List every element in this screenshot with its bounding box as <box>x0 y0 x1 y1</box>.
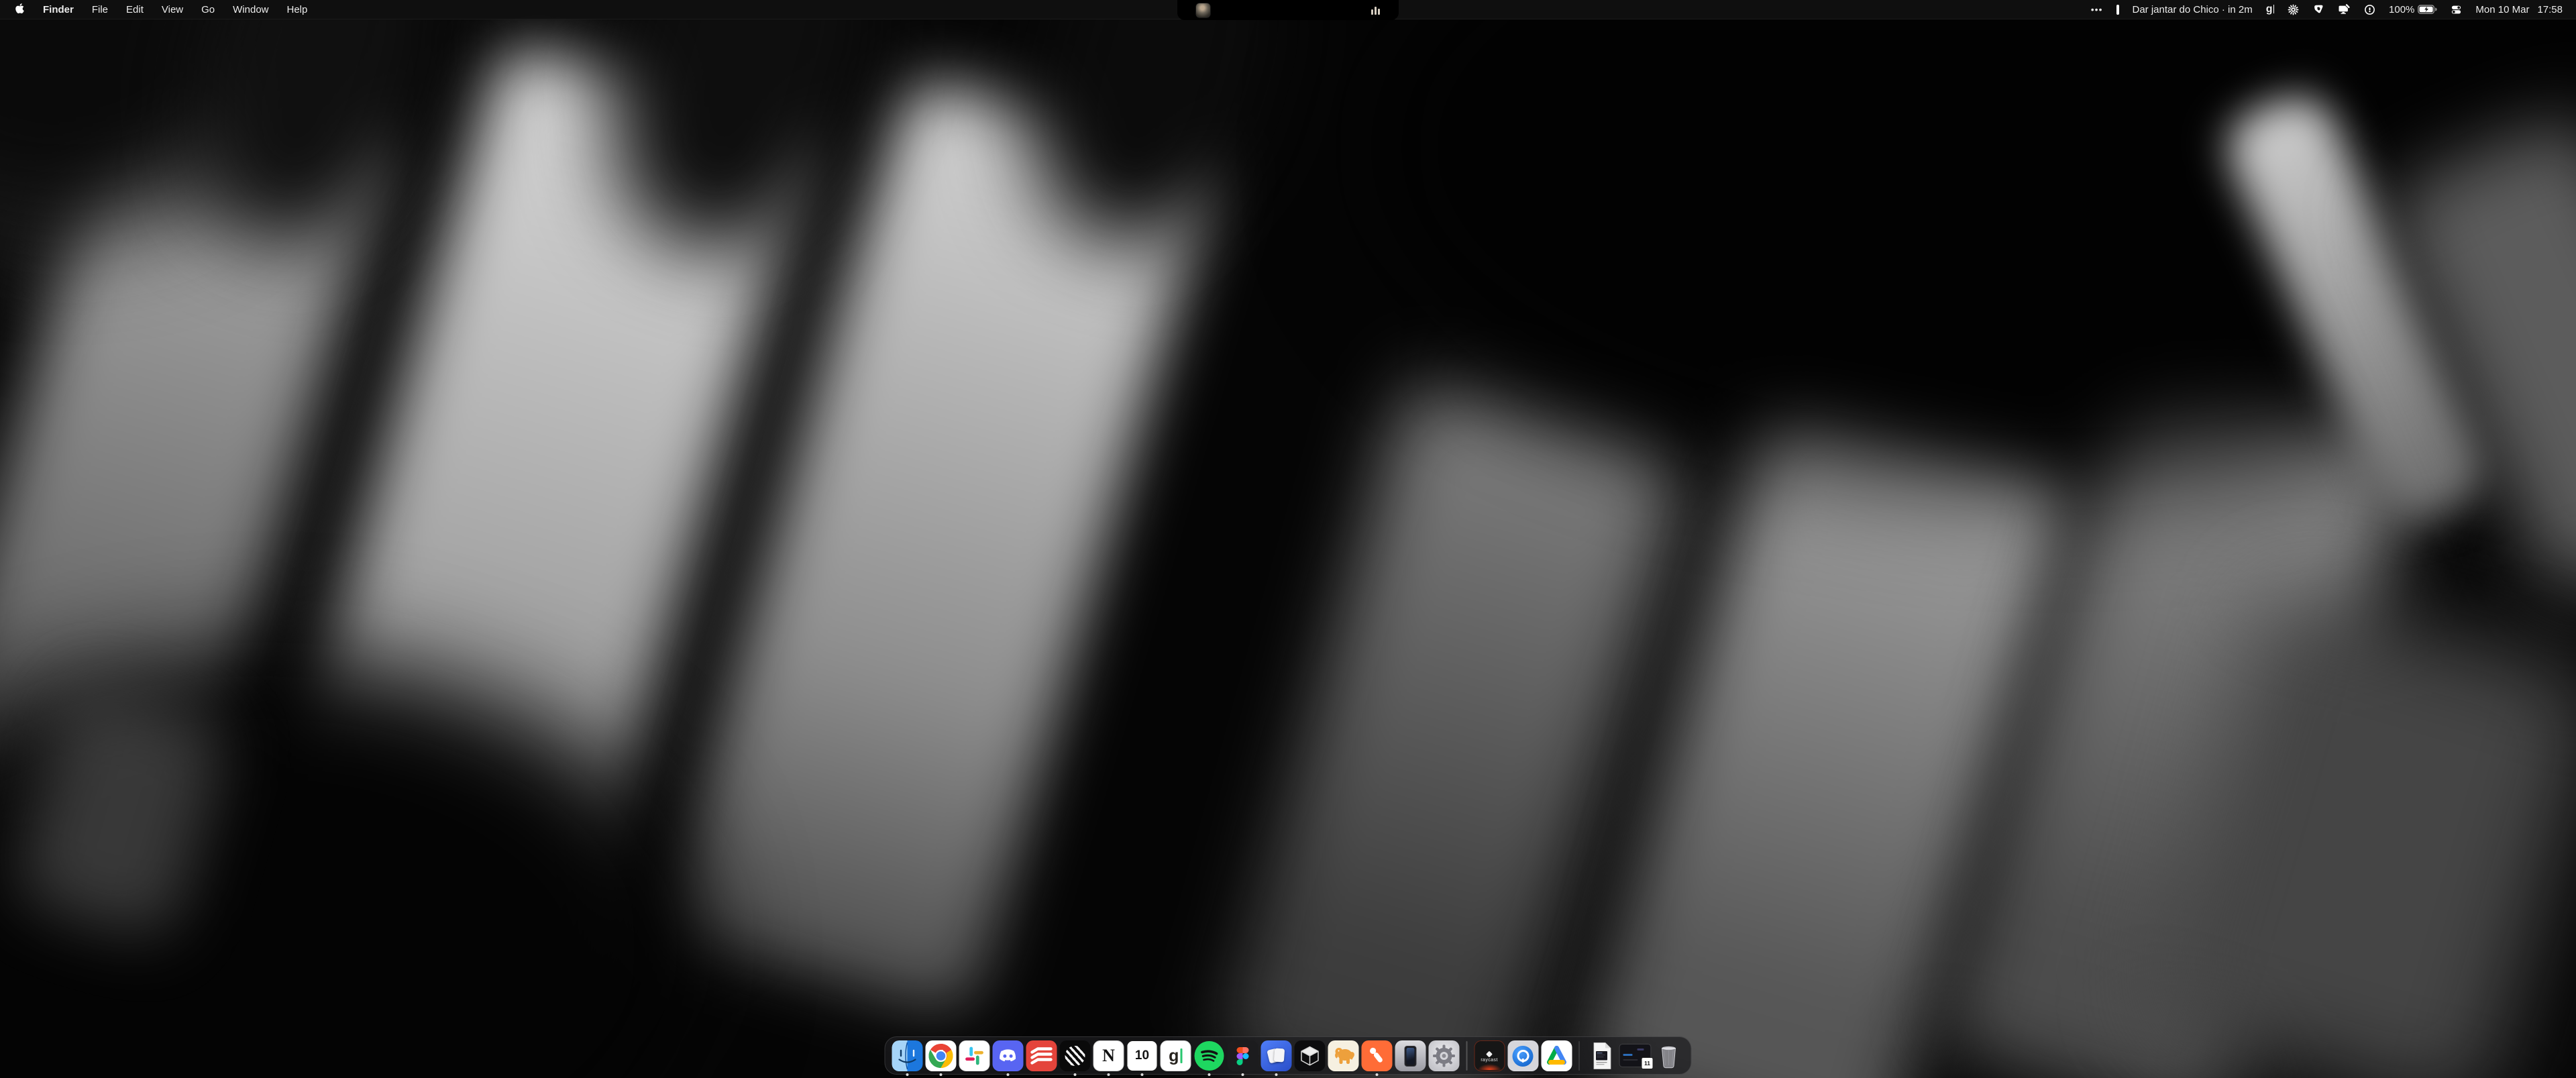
dock-icon-figma[interactable] <box>1228 1040 1258 1071</box>
menu-item-go[interactable]: Go <box>201 4 215 15</box>
now-playing-artwork[interactable] <box>1196 3 1210 17</box>
menu-item-edit[interactable]: Edit <box>126 4 144 15</box>
menu-item-help[interactable]: Help <box>287 4 308 15</box>
onepassword-menubar-icon[interactable] <box>2364 4 2375 15</box>
menu-item-view[interactable]: View <box>162 4 183 15</box>
menubar-clock[interactable]: Mon 10 Mar 17:58 <box>2475 4 2563 15</box>
minimized-window-thumbnail[interactable]: 11 <box>1620 1044 1651 1067</box>
menu-item-finder[interactable]: Finder <box>43 4 74 15</box>
dock-icon-postgres[interactable] <box>1328 1040 1359 1071</box>
menu-item-file[interactable]: File <box>92 4 108 15</box>
dock-icon-todoist[interactable] <box>1026 1040 1057 1071</box>
apple-menu-icon[interactable] <box>15 3 25 17</box>
onepassword-circle <box>1513 1046 1534 1067</box>
blue-app-card <box>1274 1048 1285 1063</box>
overflow-menu-icon[interactable]: ••• <box>2091 4 2103 15</box>
figma-logo <box>1237 1047 1249 1065</box>
notion-letter: N <box>1102 1046 1115 1066</box>
reminder-text[interactable]: Dar jantar do Chico · in 2m <box>2133 4 2253 15</box>
linear-striped-sphere <box>1065 1046 1085 1066</box>
granola-menubar-icon[interactable]: g <box>2266 3 2274 15</box>
sunburst-icon[interactable] <box>2288 4 2299 15</box>
dock-icon-discord[interactable] <box>993 1040 1024 1071</box>
dock-separator <box>1466 1041 1468 1071</box>
dock-icon-trash[interactable] <box>1654 1040 1684 1071</box>
battery-percent-label: 100% <box>2389 4 2414 15</box>
raycast-diamond <box>1486 1051 1493 1058</box>
macos-desktop: Finder File Edit View Go Window Help •••… <box>0 0 2576 1078</box>
dock-icon-raycast[interactable]: raycast <box>1474 1040 1505 1071</box>
dock-icon-google-drive[interactable] <box>1541 1040 1572 1071</box>
dock-icon-cube-3d-app[interactable] <box>1295 1040 1326 1071</box>
dock: N 10 g <box>885 1036 1692 1075</box>
dock-icon-system-settings[interactable] <box>1429 1040 1460 1071</box>
dock-icon-spotify[interactable] <box>1194 1040 1225 1071</box>
dock-icon-postman[interactable] <box>1362 1040 1393 1071</box>
dock-separator <box>1578 1041 1580 1071</box>
menu-item-window[interactable]: Window <box>233 4 268 15</box>
dock-icon-granola[interactable]: g <box>1161 1040 1191 1071</box>
dock-icon-notion-calendar[interactable]: 10 <box>1127 1040 1158 1071</box>
calendar-day-number: 10 <box>1135 1048 1149 1063</box>
audio-equalizer-icon <box>1371 6 1380 15</box>
wallpaper <box>0 0 2576 1078</box>
clock-date: Mon 10 Mar <box>2475 4 2529 15</box>
clock-time: 17:58 <box>2537 4 2563 15</box>
granola-caret <box>1180 1048 1183 1063</box>
cursor-shape-icon[interactable] <box>2312 3 2324 15</box>
reminder-bar-icon <box>2116 5 2119 15</box>
iphone-shape <box>1405 1046 1417 1067</box>
battery-status[interactable]: 100% <box>2389 4 2437 15</box>
dock-icon-iphone-mirroring[interactable] <box>1395 1040 1426 1071</box>
dock-icon-slack[interactable] <box>959 1040 990 1071</box>
dock-icon-1password[interactable] <box>1507 1040 1538 1071</box>
dock-icon-chrome[interactable] <box>926 1040 957 1071</box>
battery-icon <box>2418 5 2437 14</box>
granola-letter: g <box>1169 1046 1179 1066</box>
notch-media-widget[interactable] <box>1177 0 1399 20</box>
dock-item-document-file[interactable] <box>1587 1040 1617 1071</box>
display-mirroring-icon[interactable] <box>2338 3 2351 15</box>
dock-item-minimized-window[interactable]: 11 <box>1620 1040 1651 1071</box>
dock-icon-finder[interactable] <box>892 1040 923 1071</box>
raycast-glow <box>1477 1064 1501 1070</box>
raycast-label: raycast <box>1481 1058 1497 1063</box>
dock-icon-linear[interactable] <box>1060 1040 1091 1071</box>
control-center-icon[interactable] <box>2451 4 2462 15</box>
dock-icon-blue-cards-app[interactable] <box>1261 1040 1292 1071</box>
minimized-window-app-badge: 11 <box>1642 1057 1654 1069</box>
dock-icon-notion[interactable]: N <box>1093 1040 1124 1071</box>
